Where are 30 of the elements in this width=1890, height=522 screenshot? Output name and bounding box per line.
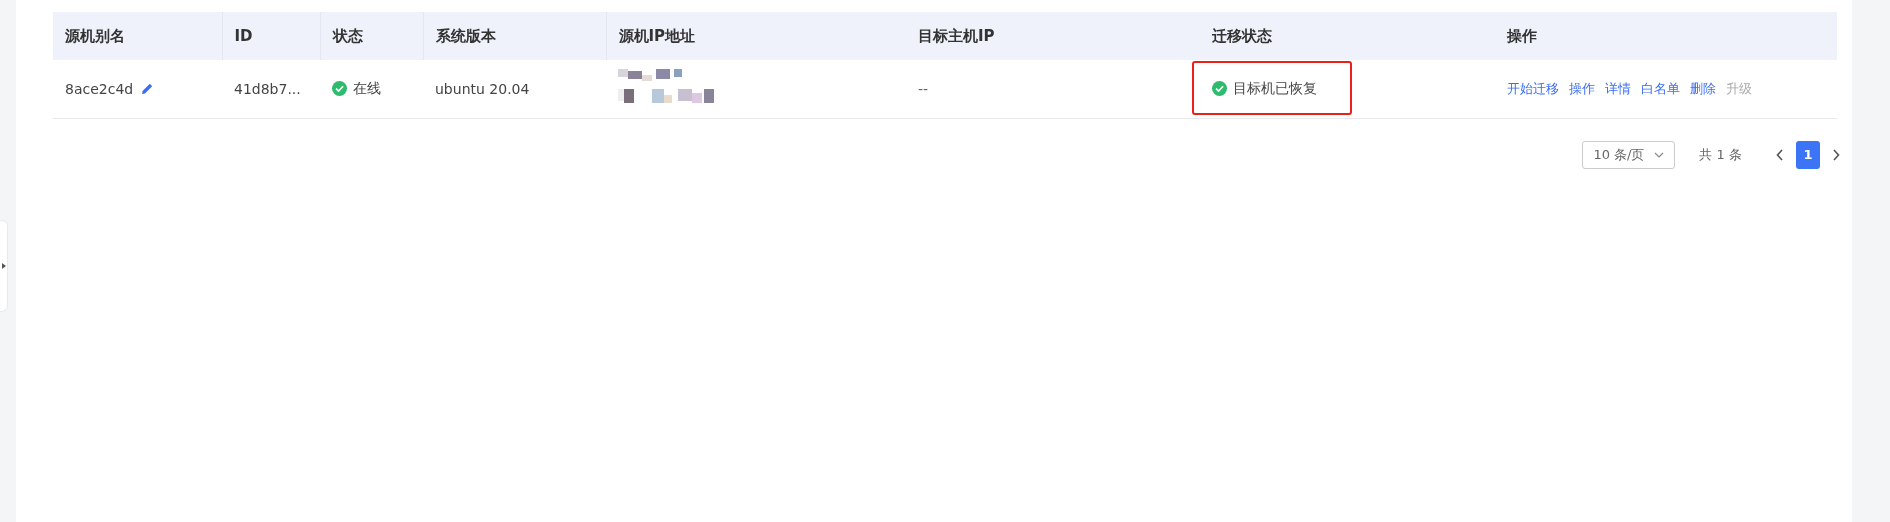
table-cell: 8ace2c4d [65, 80, 134, 97]
check-circle-icon [332, 81, 347, 97]
column-header: 状态 [320, 12, 423, 60]
page-button[interactable]: 1 [1796, 140, 1820, 169]
column-header: 操作 [1495, 12, 1837, 60]
next-page-icon[interactable] [1832, 148, 1840, 161]
collapse-handle[interactable] [0, 220, 8, 312]
table-cell: ubuntu 20.04 [435, 80, 530, 97]
action-link[interactable]: 删除 [1690, 79, 1716, 98]
action-link[interactable]: 详情 [1605, 79, 1631, 98]
column-header: 目标主机IP [906, 12, 1200, 60]
action-link[interactable]: 白名单 [1641, 79, 1680, 98]
action-link[interactable]: 开始迁移 [1507, 79, 1559, 98]
action-link[interactable]: 操作 [1569, 79, 1595, 98]
status-text: 在线 [353, 79, 381, 98]
column-header: ID [222, 12, 320, 60]
chevron-down-icon [1654, 151, 1665, 158]
table-cell: 41d8b7... [234, 80, 301, 97]
column-header: 源机别名 [53, 12, 222, 60]
status-text: 目标机已恢复 [1233, 79, 1317, 98]
column-header: 迁移状态 [1200, 12, 1495, 60]
column-header: 源机IP地址 [606, 12, 906, 60]
caret-icon [1, 263, 6, 269]
pencil-icon[interactable] [141, 82, 155, 96]
page-size-select[interactable]: 10 条/页 [1582, 140, 1676, 169]
check-circle-icon [1212, 81, 1227, 97]
previous-page-icon[interactable] [1776, 148, 1784, 161]
table-cell: -- [918, 80, 929, 97]
total-count: 共 1 条 [1699, 145, 1742, 164]
column-header: 系统版本 [423, 12, 606, 60]
